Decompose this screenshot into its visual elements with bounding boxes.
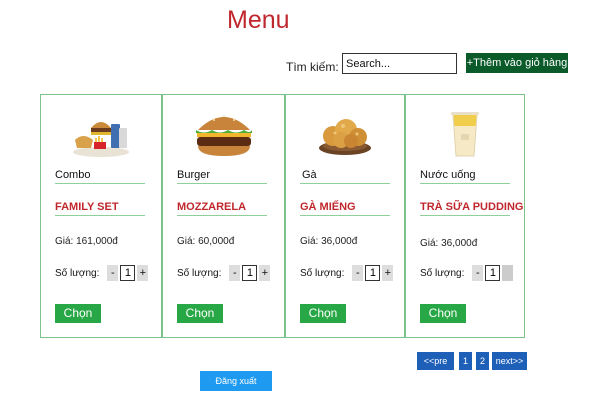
quantity-field[interactable] <box>365 265 381 281</box>
product-category: Burger <box>177 169 267 184</box>
product-card-combo: Combo FAMILY SET Giá: 161,000đ Số lượng:… <box>40 94 162 338</box>
prev-page-button[interactable]: <<pre <box>417 352 454 370</box>
minus-button[interactable]: - <box>107 265 119 281</box>
quantity-field[interactable] <box>485 265 501 281</box>
product-price: Giá: 161,000đ <box>55 236 118 247</box>
product-name: MOZZARELA <box>177 201 267 216</box>
quantity-stepper: Số lượng: - + <box>55 265 149 281</box>
product-category: Nước uống <box>420 169 510 184</box>
product-price: Giá: 60,000đ <box>177 236 235 247</box>
burger-icon <box>163 105 284 163</box>
product-price: Giá: 36,000đ <box>420 238 478 249</box>
product-price: Giá: 36,000đ <box>300 236 358 247</box>
product-card-chicken: Gà GÀ MIẾNG Giá: 36,000đ Số lượng: - + C… <box>285 94 405 338</box>
product-name: FAMILY SET <box>55 201 145 216</box>
page-1-button[interactable]: 1 <box>459 352 472 370</box>
fried-chicken-icon <box>286 105 404 163</box>
minus-button[interactable]: - <box>352 265 364 281</box>
next-page-button[interactable]: next>> <box>492 352 527 370</box>
choose-button[interactable]: Chọn <box>55 304 101 323</box>
page-2-button[interactable]: 2 <box>476 352 489 370</box>
quantity-label: Số lượng: <box>55 267 100 279</box>
plus-button[interactable]: + <box>259 265 271 281</box>
choose-button[interactable]: Chọn <box>300 304 346 323</box>
logout-button[interactable]: Đăng xuất <box>200 371 272 391</box>
quantity-stepper: Số lượng: - + <box>177 265 271 281</box>
quantity-stepper: Số lượng: - + <box>300 265 394 281</box>
product-card-drink: Nước uống TRÀ SỮA PUDDING Giá: 36,000đ S… <box>405 94 525 338</box>
choose-button[interactable]: Chọn <box>420 304 466 323</box>
quantity-label: Số lượng: <box>300 267 345 279</box>
page-title: Menu <box>227 6 290 34</box>
quantity-label: Số lượng: <box>420 267 465 279</box>
product-name: TRÀ SỮA PUDDING <box>420 201 523 216</box>
search-input[interactable] <box>342 53 457 74</box>
product-card-burger: Burger MOZZARELA Giá: 60,000đ Số lượng: … <box>162 94 285 338</box>
combo-meal-icon <box>41 105 161 163</box>
search-label: Tìm kiếm: <box>286 60 339 74</box>
plus-button[interactable]: + <box>382 265 394 281</box>
quantity-field[interactable] <box>120 265 136 281</box>
minus-button[interactable]: - <box>229 265 241 281</box>
product-list: Combo FAMILY SET Giá: 161,000đ Số lượng:… <box>40 94 525 338</box>
quantity-label: Số lượng: <box>177 267 222 279</box>
add-to-cart-button[interactable]: +Thêm vào giỏ hàng <box>466 53 568 73</box>
minus-button[interactable]: - <box>472 265 484 281</box>
product-category: Gà <box>300 169 390 184</box>
product-category: Combo <box>55 169 145 184</box>
product-name: GÀ MIẾNG <box>300 201 390 216</box>
plus-button[interactable] <box>502 265 514 281</box>
quantity-stepper: Số lượng: - <box>420 265 514 281</box>
milk-tea-icon <box>406 105 524 163</box>
choose-button[interactable]: Chọn <box>177 304 223 323</box>
plus-button[interactable]: + <box>137 265 149 281</box>
quantity-field[interactable] <box>242 265 258 281</box>
